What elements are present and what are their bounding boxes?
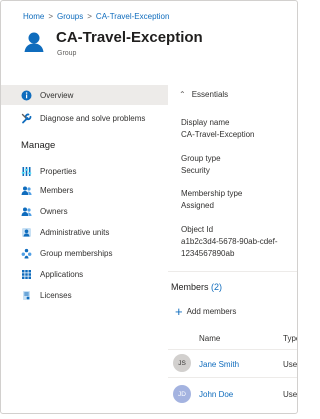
sidebar-item-group-memberships[interactable]: Group memberships [1,243,168,263]
essentials-toggle[interactable]: ⌃ Essentials [179,90,228,99]
group-type-value: Security [181,166,210,175]
breadcrumb-separator: > [87,12,92,21]
page-subtitle: Group [57,50,77,57]
group-overview-page: Home > Groups > CA-Travel-Exception CA-Trave… [0,0,298,414]
sidebar-item-label: Members [40,185,74,195]
sidebar-item-label: Administrative units [40,227,110,237]
member-name-link[interactable]: Jane Smith [199,360,239,369]
column-header-type[interactable]: Type [283,334,297,343]
divider [168,271,297,272]
add-members-label: Add members [186,307,237,316]
display-name-value: CA-Travel-Exception [181,130,255,139]
sidebar-item-label: Diagnose and solve problems [40,113,146,123]
avatar: JS [173,354,191,372]
members-icon [21,185,32,196]
properties-icon [21,166,32,177]
essentials-label: Essentials [191,90,229,99]
manage-heading: Manage [21,140,56,151]
membership-type-label: Membership type [181,189,243,198]
group-type-label: Group type [181,154,221,163]
owners-icon [21,206,32,217]
avatar: JD [173,385,191,403]
object-id-label: Object Id [181,225,214,234]
wrench-icon [21,113,32,124]
plus-icon: + [175,303,183,319]
members-heading-label: Members [171,282,209,292]
object-id-value-line1: a1b2c3d4-5678-90ab-cdef- [181,237,278,246]
sidebar-item-overview[interactable]: Overview [1,85,168,105]
sidebar-item-label: Owners [40,206,68,216]
breadcrumb-separator: > [48,12,54,21]
breadcrumb: Home > Groups > CA-Travel-Exception [23,12,169,21]
members-heading: Members (2) [171,282,222,292]
membership-type-value: Assigned [181,201,214,210]
sidebar-item-applications[interactable]: Applications [1,264,168,284]
sidebar-item-properties[interactable]: Properties [1,161,168,181]
member-name-link[interactable]: John Doe [199,390,233,399]
add-members-button[interactable]: + Add members [175,303,237,319]
chevron-up-icon: ⌃ [179,90,186,99]
sidebar: Overview Diagnose and solve problems Man… [1,83,168,413]
licenses-icon [21,290,32,301]
member-type: User [283,360,298,369]
row-divider [168,377,297,378]
member-type: User [283,390,298,399]
display-name-label: Display name [181,118,230,127]
main-content: ⌃ Essentials Display name CA-Travel-Exce… [168,83,298,413]
overview-icon [21,90,32,101]
breadcrumb-groups[interactable]: Groups [57,12,83,21]
applications-icon [21,269,32,280]
breadcrumb-current[interactable]: CA-Travel-Exception [96,12,170,21]
sidebar-item-label: Licenses [40,290,72,300]
table-header-divider [168,349,297,350]
sidebar-item-licenses[interactable]: Licenses [1,285,168,305]
object-id-value-line2: 1234567890ab [181,249,235,258]
sidebar-item-label: Applications [40,269,84,279]
sidebar-item-administrative-units[interactable]: Administrative units [1,222,168,242]
sidebar-item-owners[interactable]: Owners [1,201,168,221]
members-count[interactable]: (2) [211,282,222,292]
sidebar-item-label: Properties [40,166,77,176]
sidebar-item-label: Overview [40,90,74,100]
breadcrumb-home[interactable]: Home [23,12,44,21]
group-icon [21,29,47,55]
admin-units-icon [21,227,32,238]
page-title: CA-Travel-Exception [56,29,203,46]
sidebar-item-diagnose[interactable]: Diagnose and solve problems [1,108,168,128]
sidebar-item-label: Group memberships [40,248,113,258]
group-memberships-icon [21,248,32,259]
column-header-name[interactable]: Name [199,334,220,343]
sidebar-item-members[interactable]: Members [1,180,168,200]
